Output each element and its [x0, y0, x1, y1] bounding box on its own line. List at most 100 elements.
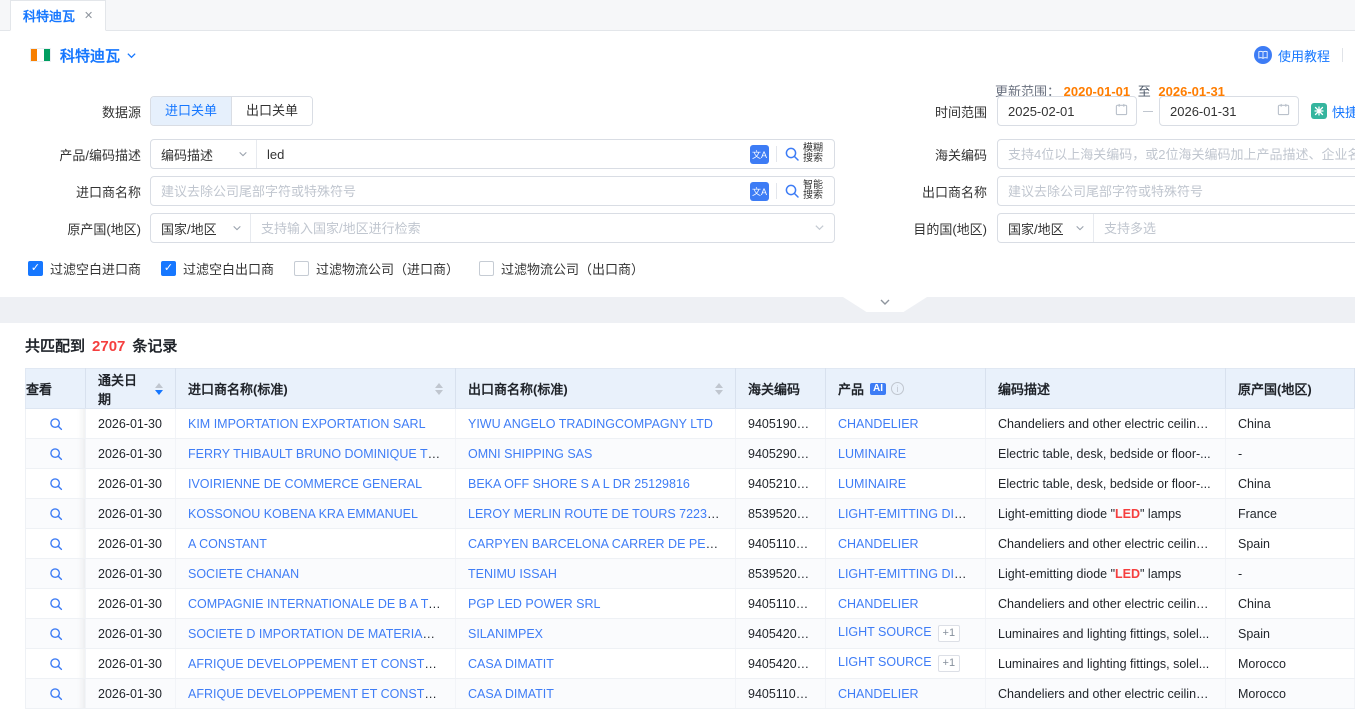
product-link[interactable]: CHANDELIER: [838, 417, 919, 431]
column-header[interactable]: 进口商名称(标准): [176, 369, 456, 409]
origin-country-input[interactable]: [251, 214, 814, 242]
destination-country-select[interactable]: 国家/地区: [998, 214, 1094, 242]
view-detail-icon[interactable]: [49, 447, 63, 461]
importer-name-label: 进口商名称: [0, 182, 150, 201]
product-link[interactable]: CHANDELIER: [838, 537, 919, 551]
product-link[interactable]: LIGHT SOURCE: [838, 625, 932, 639]
importer-search-group: 文A 智能搜索: [150, 176, 835, 206]
data-source-option[interactable]: 进口关单: [151, 97, 231, 125]
cell-view: [26, 439, 86, 469]
cell-description: Luminaires and lighting fittings, solel.…: [986, 619, 1226, 649]
tab-cote-divoire[interactable]: 科特迪瓦 ✕: [10, 0, 106, 31]
cell-view: [26, 529, 86, 559]
table-row: 2026-01-30AFRIQUE DEVELOPPEMENT ET CONST…: [26, 649, 1355, 679]
importer-link[interactable]: A CONSTANT: [188, 537, 267, 551]
filter-checkbox[interactable]: ✓过滤空白进口商: [28, 259, 141, 278]
sort-control[interactable]: [155, 383, 163, 395]
column-header[interactable]: 出口商名称(标准): [456, 369, 736, 409]
more-products-badge[interactable]: +1: [938, 655, 961, 672]
date-from-input[interactable]: [998, 97, 1115, 125]
product-link[interactable]: LUMINAIRE: [838, 477, 906, 491]
exporter-link[interactable]: CASA DIMATIT: [468, 657, 554, 671]
data-source-option[interactable]: 出口关单: [231, 97, 312, 125]
importer-link[interactable]: COMPAGNIE INTERNATIONALE DE B A T E R: [188, 597, 452, 611]
importer-link[interactable]: IVOIRIENNE DE COMMERCE GENERAL: [188, 477, 422, 491]
importer-link[interactable]: SOCIETE D IMPORTATION DE MATERIAUX E...: [188, 627, 456, 641]
filter-checkbox[interactable]: ✓过滤空白出口商: [161, 259, 274, 278]
exporter-link[interactable]: SILANIMPEX: [468, 627, 543, 641]
filter-checkbox[interactable]: 过滤物流公司（进口商）: [294, 259, 459, 278]
cell-exporter: CASA DIMATIT: [456, 679, 736, 709]
cell-hs-code: 9405290000: [736, 439, 826, 469]
date-to-field[interactable]: [1159, 96, 1299, 126]
view-detail-icon[interactable]: [49, 597, 63, 611]
view-detail-icon[interactable]: [49, 627, 63, 641]
checkbox-label: 过滤物流公司（进口商）: [316, 259, 459, 278]
checkbox-icon[interactable]: [479, 261, 494, 276]
date-to-input[interactable]: [1160, 97, 1277, 125]
smart-search-button[interactable]: 智能搜索: [784, 181, 834, 201]
sort-control[interactable]: [715, 383, 723, 395]
hs-code-input[interactable]: [998, 140, 1355, 168]
importer-link[interactable]: AFRIQUE DEVELOPPEMENT ET CONSTRUCT...: [188, 687, 456, 701]
importer-link[interactable]: FERRY THIBAULT BRUNO DOMINIQUE THO...: [188, 447, 456, 461]
date-from-field[interactable]: [997, 96, 1137, 126]
exporter-link[interactable]: CASA DIMATIT: [468, 687, 554, 701]
importer-link[interactable]: SOCIETE CHANAN: [188, 567, 299, 581]
quick-select-button[interactable]: 快捷选择: [1311, 102, 1355, 121]
cell-hs-code: 9405110000: [736, 589, 826, 619]
product-keyword-input[interactable]: [257, 140, 750, 168]
exporter-link[interactable]: LEROY MERLIN ROUTE DE TOURS 72230 M: [468, 507, 728, 521]
importer-name-input[interactable]: [151, 177, 750, 205]
importer-link[interactable]: KIM IMPORTATION EXPORTATION SARL: [188, 417, 426, 431]
exporter-link[interactable]: TENIMU ISSAH: [468, 567, 557, 581]
checkbox-icon[interactable]: ✓: [28, 261, 43, 276]
checkbox-icon[interactable]: [294, 261, 309, 276]
cell-hs-code: 9405210000: [736, 469, 826, 499]
tutorial-link[interactable]: 使用教程: [1254, 46, 1330, 65]
cell-importer: AFRIQUE DEVELOPPEMENT ET CONSTRUCT...: [176, 679, 456, 709]
view-detail-icon[interactable]: [49, 567, 63, 581]
fuzzy-search-button[interactable]: 模糊搜索: [784, 144, 834, 164]
importer-link[interactable]: KOSSONOU KOBENA KRA EMMANUEL: [188, 507, 418, 521]
view-detail-icon[interactable]: [49, 537, 63, 551]
product-link[interactable]: LIGHT SOURCE: [838, 655, 932, 669]
checkbox-icon[interactable]: ✓: [161, 261, 176, 276]
exporter-name-field[interactable]: [997, 176, 1355, 206]
sort-control[interactable]: [435, 383, 443, 395]
view-detail-icon[interactable]: [49, 687, 63, 701]
origin-country-select[interactable]: 国家/地区: [151, 214, 251, 242]
cell-hs-code: 9405420000: [736, 649, 826, 679]
table-row: 2026-01-30SOCIETE CHANANTENIMU ISSAH8539…: [26, 559, 1355, 589]
view-detail-icon[interactable]: [49, 477, 63, 491]
view-detail-icon[interactable]: [49, 507, 63, 521]
exporter-link[interactable]: PGP LED POWER SRL: [468, 597, 600, 611]
translate-icon[interactable]: 文A: [750, 145, 769, 164]
product-link[interactable]: CHANDELIER: [838, 687, 919, 701]
cell-description: Light-emitting diode "LED" lamps: [986, 499, 1226, 529]
product-link[interactable]: LIGHT-EMITTING DIODE: [838, 507, 981, 521]
exporter-link[interactable]: BEKA OFF SHORE S A L DR 25129816: [468, 477, 690, 491]
column-header[interactable]: 通关日期: [86, 369, 176, 409]
close-icon[interactable]: ✕: [84, 9, 93, 22]
product-type-select[interactable]: 编码描述: [151, 140, 257, 168]
importer-link[interactable]: AFRIQUE DEVELOPPEMENT ET CONSTRUCT...: [188, 657, 456, 671]
exporter-link[interactable]: CARPYEN BARCELONA CARRER DE PERE IV: [468, 537, 736, 551]
product-link[interactable]: LIGHT-EMITTING DIODE: [838, 567, 981, 581]
more-products-badge[interactable]: +1: [938, 625, 961, 642]
chevron-down-icon[interactable]: [814, 221, 825, 236]
filter-checkbox[interactable]: 过滤物流公司（出口商）: [479, 259, 644, 278]
destination-country-input[interactable]: [1094, 214, 1355, 242]
info-icon[interactable]: i: [891, 382, 904, 395]
hs-code-field[interactable]: [997, 139, 1355, 169]
exporter-link[interactable]: OMNI SHIPPING SAS: [468, 447, 592, 461]
exporter-name-input[interactable]: [998, 177, 1355, 205]
product-link[interactable]: CHANDELIER: [838, 597, 919, 611]
product-link[interactable]: LUMINAIRE: [838, 447, 906, 461]
translate-icon[interactable]: 文A: [750, 182, 769, 201]
chevron-down-icon[interactable]: [126, 50, 137, 61]
fuzzy-search-label: 模糊搜索: [803, 144, 827, 164]
view-detail-icon[interactable]: [49, 657, 63, 671]
view-detail-icon[interactable]: [49, 417, 63, 431]
exporter-link[interactable]: YIWU ANGELO TRADINGCOMPAGNY LTD: [468, 417, 713, 431]
